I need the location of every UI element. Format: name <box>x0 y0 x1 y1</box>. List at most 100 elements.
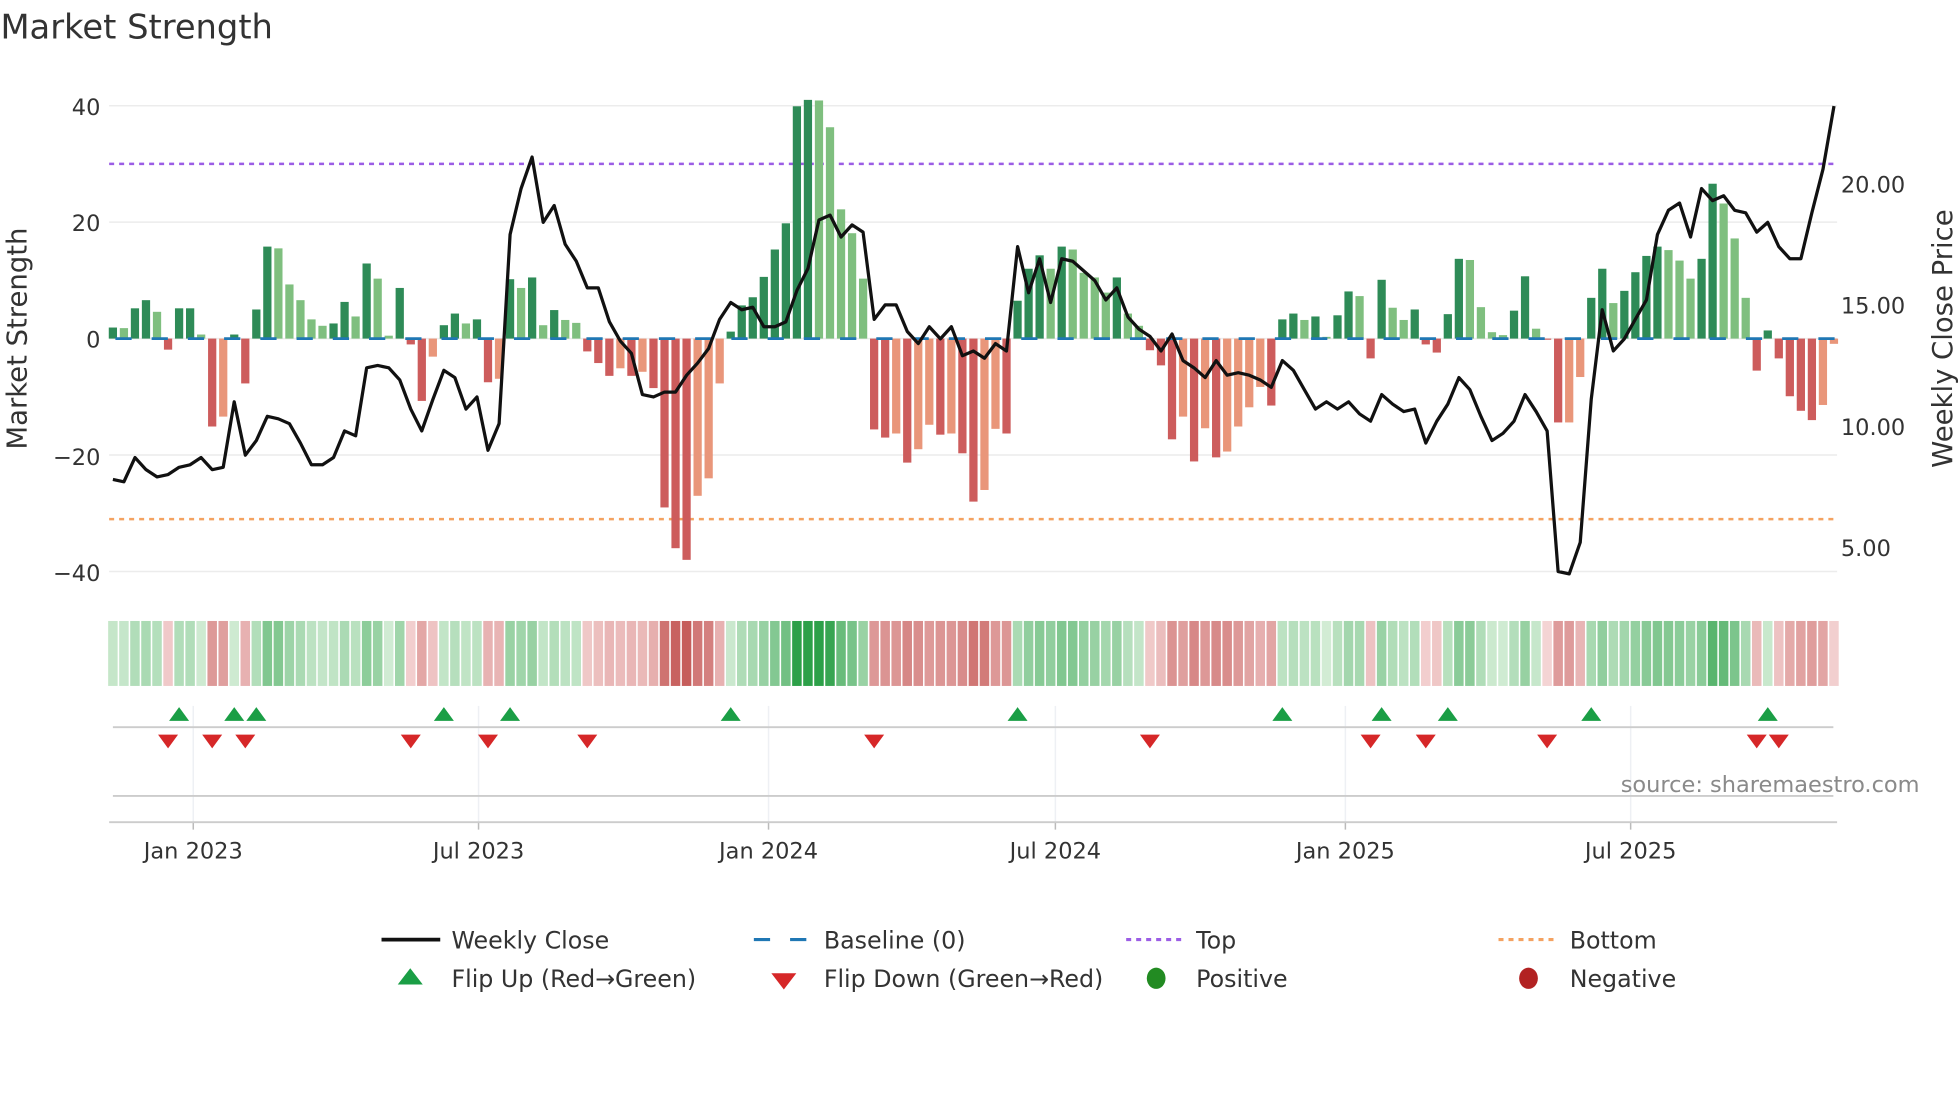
strength-bar <box>1609 303 1618 339</box>
strength-bar <box>1752 338 1761 371</box>
strength-bar <box>1333 315 1342 339</box>
strength-bar <box>1708 183 1717 339</box>
strength-heat-cell <box>1707 620 1718 686</box>
strength-heat-cell <box>538 620 548 686</box>
strength-bar <box>318 325 327 339</box>
strength-bar <box>936 338 945 435</box>
strength-heat-cell <box>394 620 405 686</box>
legend-weekly-close: Weekly Close <box>451 926 609 954</box>
y-tick-label: 40 <box>72 95 101 121</box>
flip-up-marker <box>500 707 521 721</box>
strength-bar <box>373 278 382 339</box>
strength-heat-cell <box>1564 620 1574 686</box>
strength-heat-cell <box>781 620 791 686</box>
strength-bar <box>925 338 934 425</box>
strength-bar <box>483 338 493 383</box>
x-axis: Jan 2023 Jul 2023 Jan 2024 Jul 2024 Jan … <box>142 838 1677 864</box>
strength-bar <box>903 338 912 463</box>
strength-bar <box>329 323 338 339</box>
strength-bar <box>1454 258 1463 339</box>
strength-bar <box>594 338 603 364</box>
strength-heat-cell <box>1409 620 1420 686</box>
strength-bar <box>1223 338 1232 452</box>
strength-heat-cell <box>1763 620 1773 686</box>
strength-heat-cell <box>439 620 449 686</box>
strength-heat-cell <box>1476 620 1486 686</box>
strength-bar <box>572 322 581 339</box>
x-tick-label: Jul 2023 <box>431 838 524 864</box>
flip-down-marker <box>577 734 598 749</box>
legend-positive: Positive <box>1196 965 1287 993</box>
strength-bar <box>1002 338 1011 434</box>
strength-heat-cell <box>1156 620 1166 686</box>
strength-bar <box>263 246 272 339</box>
flip-down-marker <box>202 734 223 749</box>
negative-dot-icon <box>1519 967 1538 989</box>
strength-heat-cell <box>1266 620 1277 686</box>
strength-heat-cell <box>1189 620 1199 686</box>
strength-bar <box>1807 338 1817 421</box>
strength-heat-cell <box>350 620 361 686</box>
strength-heat-cell <box>1818 620 1828 686</box>
strength-heat-cell <box>372 620 383 686</box>
strength-bar <box>152 311 162 339</box>
strength-bar <box>1509 310 1519 339</box>
strength-heat-cell <box>604 620 615 686</box>
strength-bar <box>704 338 713 479</box>
strength-heat-cell <box>516 620 526 686</box>
strength-heat-cell <box>814 620 824 686</box>
strength-heat-cell <box>1685 620 1696 686</box>
strength-heat-cell <box>736 620 747 686</box>
strength-bar <box>980 338 989 490</box>
y2-tick-label: 10.00 <box>1841 415 1905 441</box>
strength-heat-cell <box>1310 620 1321 686</box>
strength-bar <box>1531 328 1541 339</box>
strength-heat-cell <box>1034 620 1045 686</box>
strength-heat-cell <box>1233 620 1243 686</box>
strength-bar <box>1785 338 1794 397</box>
flip-down-marker <box>158 734 179 749</box>
strength-heat-cell <box>130 620 140 686</box>
strength-heat-cell <box>1487 620 1497 686</box>
strength-bar <box>748 297 757 339</box>
y-tick-label: −40 <box>53 561 100 587</box>
y2-tick-label: 5.00 <box>1841 536 1891 562</box>
strength-heat-cell <box>1200 620 1210 686</box>
strength-bar <box>1741 297 1750 339</box>
strength-heat-cell <box>1321 620 1332 686</box>
strength-heat-cell <box>1520 620 1530 686</box>
strength-heat-cell <box>1796 620 1806 686</box>
strength-bar <box>241 338 250 384</box>
strength-bar <box>1443 314 1452 339</box>
strength-bar <box>528 277 537 339</box>
strength-heat-cell <box>593 620 604 686</box>
flip-down-marker <box>1746 734 1767 749</box>
strength-heat-cell <box>582 620 593 686</box>
strength-heat-cell <box>1509 620 1519 686</box>
strength-heat-cell <box>1542 620 1552 686</box>
strength-heat-cell <box>659 620 670 686</box>
strength-bar <box>1189 338 1199 462</box>
strength-heat-cell <box>1443 620 1453 686</box>
strength-heat-cell <box>957 620 968 686</box>
strength-heat-cell <box>273 620 284 686</box>
strength-heat-cell <box>1553 620 1563 686</box>
strength-heat-cell <box>670 620 681 686</box>
flip-down-marker <box>235 734 256 749</box>
strength-heat-cell <box>1112 620 1122 686</box>
strength-bar <box>991 338 1000 429</box>
strength-heat-cell <box>262 620 273 686</box>
strength-heat-cell <box>1288 620 1299 686</box>
strength-heat-cell <box>825 620 835 686</box>
strength-heat-cell <box>1575 620 1585 686</box>
strength-heat-cell <box>339 620 350 686</box>
strength-bar <box>660 338 669 508</box>
strength-bar <box>947 338 956 434</box>
strength-bar <box>1355 296 1364 339</box>
legend-flip-down: Flip Down (Green→Red) <box>824 965 1103 993</box>
legend: Weekly Close Baseline (0) Top Bottom Fli… <box>381 926 1676 993</box>
y-tick-label: −20 <box>53 445 100 471</box>
strength-bar <box>450 313 460 339</box>
x-tick-label: Jan 2024 <box>717 838 818 864</box>
legend-top: Top <box>1195 926 1236 954</box>
